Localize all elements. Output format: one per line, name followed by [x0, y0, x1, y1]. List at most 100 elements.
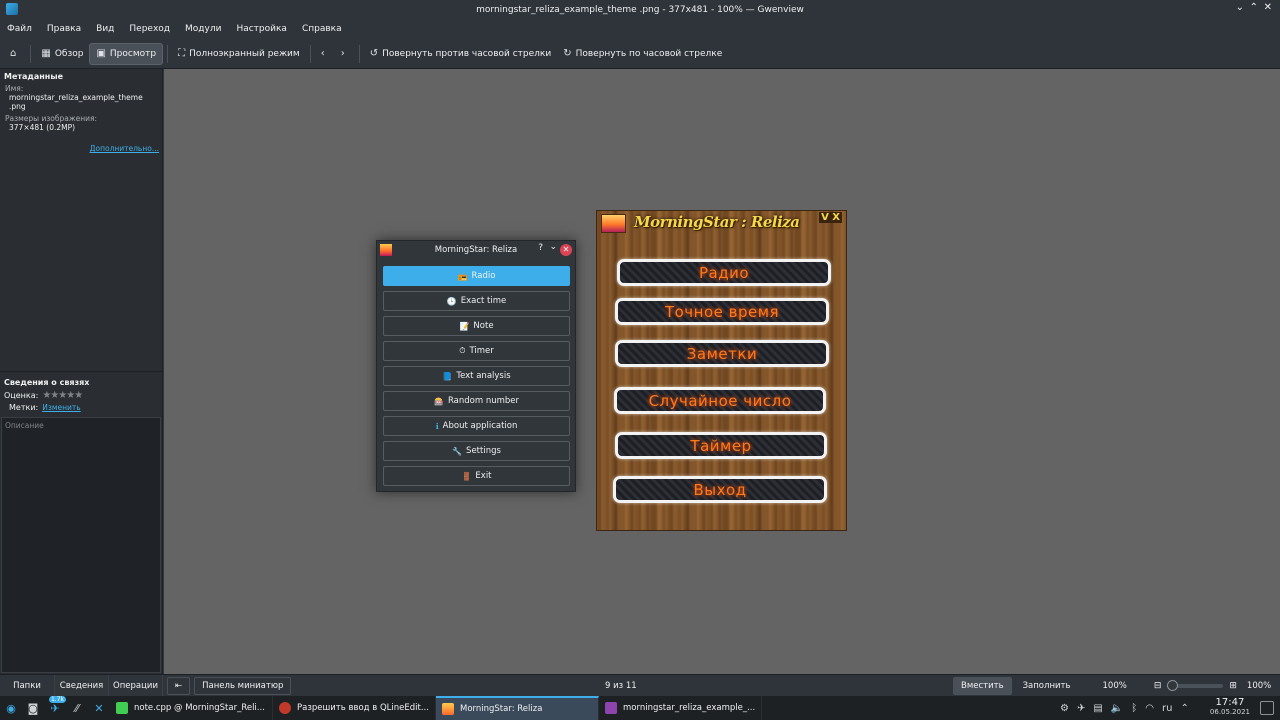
- view-button[interactable]: ▣ Просмотр: [89, 42, 164, 65]
- tags-edit-link[interactable]: Изменить: [42, 403, 80, 412]
- zoom-out-icon[interactable]: ⊟: [1154, 681, 1162, 691]
- bluetooth-icon[interactable]: ᛒ: [1131, 703, 1137, 714]
- menu-plugins[interactable]: Модули: [185, 24, 221, 34]
- fill-button[interactable]: Заполнить: [1016, 677, 1078, 695]
- status-bar: Папки Сведения Операции ⇤ Панель миниатю…: [0, 674, 1280, 697]
- fullscreen-button[interactable]: ⛶ Полноэкранный режим: [172, 43, 306, 65]
- app-launcher-icon[interactable]: ◉: [0, 696, 22, 720]
- rotate-right-button[interactable]: ↻ Повернуть по часовой стрелке: [557, 43, 728, 65]
- task-gwenview[interactable]: morningstar_reliza_example_...: [599, 696, 762, 720]
- overview-button[interactable]: ▦ Обзор: [35, 43, 89, 65]
- task-gwenview-label: morningstar_reliza_example_...: [623, 703, 756, 713]
- wifi-icon[interactable]: ◠: [1145, 703, 1154, 714]
- show-desktop-icon[interactable]: [1260, 701, 1274, 715]
- menu-go[interactable]: Переход: [129, 24, 170, 34]
- description-placeholder: Описание: [5, 421, 44, 430]
- tab-info[interactable]: Сведения: [55, 674, 109, 697]
- next-button[interactable]: ›: [335, 43, 355, 65]
- telegram-tray-icon[interactable]: ✈: [1077, 703, 1085, 714]
- window-title: morningstar_reliza_example_theme .png - …: [476, 4, 804, 15]
- home-button[interactable]: ⌂: [4, 43, 26, 65]
- tab-folders[interactable]: Папки: [0, 674, 55, 697]
- about-application-button[interactable]: ℹ About application: [383, 416, 570, 436]
- tab-info-label: Сведения: [59, 680, 104, 691]
- rotate-left-icon: ↺: [369, 48, 379, 59]
- random-number-label: Random number: [447, 396, 520, 406]
- discord-icon[interactable]: ◙: [22, 696, 44, 720]
- random-number-button[interactable]: 🎰 Random number: [383, 391, 570, 411]
- menu-edit[interactable]: Правка: [47, 24, 81, 34]
- chevron-down-icon[interactable]: ⌄: [1236, 2, 1244, 13]
- menu-file[interactable]: Файл: [7, 24, 32, 34]
- fullscreen-icon: ⛶: [178, 48, 186, 59]
- rating-stars[interactable]: ★★★★★: [42, 390, 83, 401]
- chevron-up-icon[interactable]: ⌃: [1180, 703, 1188, 714]
- door-icon: 🚪: [461, 471, 472, 481]
- network-share-icon[interactable]: ⚙: [1060, 703, 1069, 714]
- timer-button[interactable]: ⏱ Timer: [383, 341, 570, 361]
- menu-help[interactable]: Справка: [302, 24, 342, 34]
- zoom-slider-handle[interactable]: [1167, 679, 1179, 691]
- help-icon[interactable]: ?: [538, 243, 543, 253]
- about-application-label: About application: [442, 421, 518, 431]
- note-icon: 📝: [459, 321, 470, 331]
- zoom-slider[interactable]: [1167, 679, 1224, 691]
- exact-time-label: Exact time: [460, 296, 507, 306]
- close-icon[interactable]: ✕: [560, 244, 572, 256]
- clock-time: 17:47: [1215, 697, 1245, 708]
- image-button-exact-time: Точное время: [615, 298, 829, 325]
- fit-button[interactable]: Вместить: [953, 676, 1012, 695]
- note-button[interactable]: 📝 Note: [383, 316, 570, 336]
- rotate-right-label: Повернуть по часовой стрелке: [575, 48, 723, 59]
- close-icon[interactable]: ✕: [1264, 2, 1272, 13]
- minimize-icon[interactable]: ⌃: [1250, 2, 1258, 13]
- description-field[interactable]: Описание: [1, 417, 161, 673]
- zoom-100-button[interactable]: 100%: [1096, 677, 1134, 695]
- radio-label: Radio: [471, 271, 496, 281]
- menu-bar: Файл Правка Вид Переход Модули Настройка…: [0, 19, 1280, 39]
- vscode-icon[interactable]: ✕: [88, 696, 110, 720]
- grid-icon: ▦: [41, 48, 51, 59]
- zoom-in-icon[interactable]: ⊞: [1229, 681, 1237, 691]
- previous-button[interactable]: ‹: [315, 43, 335, 65]
- exact-time-button[interactable]: 🕒 Exact time: [383, 291, 570, 311]
- text-analysis-label: Text analysis: [456, 371, 511, 381]
- toolbar-separator: [309, 44, 311, 63]
- task-qtcreator[interactable]: note.cpp @ MorningStar_Reli...: [110, 696, 273, 720]
- menu-settings[interactable]: Настройка: [236, 24, 287, 34]
- settings-button[interactable]: 🔧 Settings: [383, 441, 570, 461]
- keyboard-layout[interactable]: ru: [1162, 703, 1172, 714]
- displayed-image: MorningStar : Reliza V X Радио Точное вр…: [596, 210, 847, 531]
- task-qtcreator-label: note.cpp @ MorningStar_Reli...: [134, 703, 265, 713]
- radio-button[interactable]: 📻 Radio: [383, 266, 570, 286]
- toggle-sidebar-button[interactable]: ⇤: [167, 676, 191, 695]
- star-icon[interactable]: ★: [66, 390, 75, 401]
- rotate-left-button[interactable]: ↺ Повернуть против часовой стрелки: [364, 43, 557, 65]
- sidebar-collapse-icon: ⇤: [175, 680, 183, 691]
- more-link[interactable]: Дополнительно...: [90, 144, 159, 153]
- dialog-title: MorningStar: Reliza: [434, 245, 518, 255]
- image-button-radio: Радио: [617, 259, 831, 286]
- gwenview-app-icon[interactable]: [6, 3, 18, 15]
- star-icon[interactable]: ★: [74, 390, 83, 401]
- volume-icon[interactable]: 🔈: [1111, 703, 1123, 714]
- jetbrains-icon[interactable]: ⁄⁄: [66, 696, 88, 720]
- timer-icon: ⏱: [459, 346, 466, 355]
- task-morningstar[interactable]: MorningStar: Reliza: [436, 696, 599, 720]
- clipboard-icon[interactable]: ▤: [1093, 703, 1102, 714]
- text-analysis-button[interactable]: 📘 Text analysis: [383, 366, 570, 386]
- info-sidebar: Метаданные Имя: morningstar_reliza_examp…: [0, 69, 163, 674]
- task-browser-label: Разрешить ввод в QLineEdit...: [297, 703, 429, 713]
- task-browser[interactable]: Разрешить ввод в QLineEdit...: [273, 696, 436, 720]
- exit-button[interactable]: 🚪 Exit: [383, 466, 570, 486]
- menu-view[interactable]: Вид: [96, 24, 114, 34]
- thumbnails-button[interactable]: Панель миниатюр: [194, 676, 292, 695]
- chevron-down-icon[interactable]: ⌄: [549, 242, 557, 252]
- note-label: Note: [473, 321, 494, 331]
- tab-operations[interactable]: Операции: [109, 674, 163, 697]
- toolbar-separator: [358, 44, 360, 63]
- browser-icon: [279, 702, 291, 714]
- telegram-icon[interactable]: ✈ 1.7k: [44, 696, 66, 720]
- image-window-controls: V X: [819, 212, 842, 223]
- clock[interactable]: 17:47 06.05.2021: [1210, 697, 1250, 716]
